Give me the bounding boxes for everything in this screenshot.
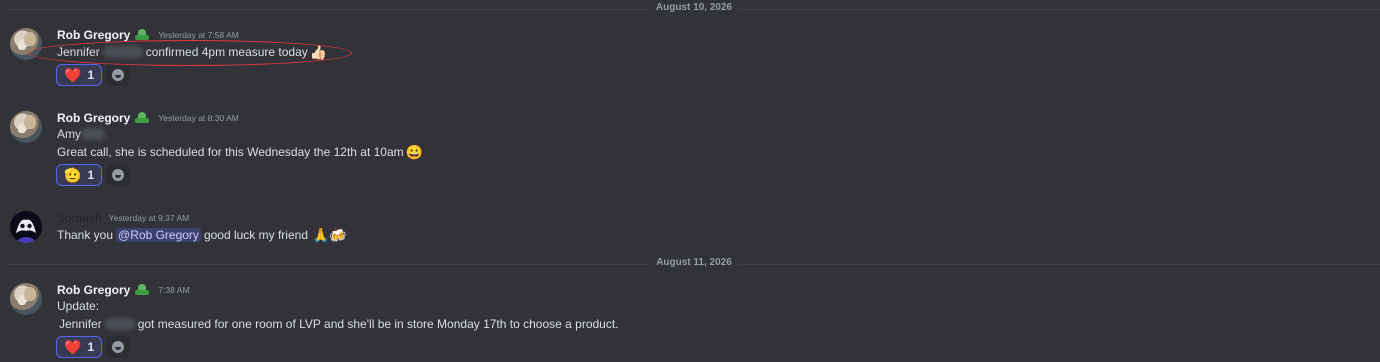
date-divider-label: August 10, 2026 (649, 2, 739, 13)
reaction-button[interactable]: ❤️ 1 (56, 336, 103, 358)
message-content: Great call, she is scheduled for this We… (57, 143, 423, 161)
green-leaf-badge-icon (135, 112, 150, 124)
message-text: confirmed 4pm measure today (145, 45, 308, 59)
message-content: Jennifer got measured for one room of LV… (59, 315, 619, 333)
green-leaf-badge-icon (135, 29, 150, 41)
add-reaction-button[interactable] (106, 64, 131, 86)
add-reaction-button[interactable] (106, 336, 131, 358)
reaction-bar: ❤️ 1 (56, 64, 131, 88)
timestamp[interactable]: Yesterday at 9:37 AM (109, 213, 190, 223)
message-content: Amy (57, 125, 108, 143)
thumbs-up-icon: 👍🏻 (309, 44, 328, 60)
message-content: Jennifer confirmed 4pm measure today 👍🏻 (57, 43, 327, 61)
message-text: Jennifer (57, 45, 100, 59)
avatar[interactable] (10, 283, 42, 315)
author-name[interactable]: Rob Gregory (57, 283, 130, 297)
message-text: good luck my friend (203, 228, 308, 242)
author-name[interactable]: Rob Gregory (57, 28, 130, 42)
date-divider: August 11, 2026 (8, 256, 1380, 272)
reaction-count: 1 (87, 340, 95, 354)
redacted-name (81, 128, 105, 140)
avatar[interactable] (10, 211, 42, 243)
chat-messages: August 10, 2026 Rob Gregory Yesterday at… (0, 0, 1380, 362)
timestamp[interactable]: 7:38 AM (158, 285, 189, 295)
message-text: got measured for one room of LVP and she… (137, 317, 619, 331)
message-header: Rob Gregory Yesterday at 7:58 AM (57, 26, 239, 44)
saluting-face-icon: 🫡 (64, 167, 82, 183)
add-reaction-icon (112, 169, 125, 181)
user-mention[interactable]: @Rob Gregory (116, 228, 201, 242)
avatar[interactable] (10, 28, 42, 60)
add-reaction-button[interactable] (106, 164, 131, 186)
add-reaction-icon (112, 341, 125, 353)
message-content: Thank you @Rob Gregory good luck my frie… (57, 226, 347, 244)
add-reaction-icon (112, 69, 125, 81)
green-leaf-badge-icon (135, 284, 150, 296)
redacted-name (102, 46, 143, 58)
date-divider-label: August 11, 2026 (650, 257, 738, 268)
grinning-face-icon: 😀 (405, 144, 424, 160)
reaction-bar: ❤️ 1 (56, 336, 131, 360)
redacted-name (104, 318, 135, 330)
praying-hands-beers-icon: 🙏🍻 (312, 227, 347, 243)
message-text: Great call, she is scheduled for this We… (57, 145, 404, 159)
reaction-bar: 🫡 1 (56, 164, 131, 188)
reaction-count: 1 (87, 68, 95, 82)
message-header: Soroush Yesterday at 9:37 AM (57, 209, 189, 227)
reaction-button[interactable]: 🫡 1 (56, 164, 103, 186)
avatar[interactable] (10, 111, 42, 143)
heart-icon: ❤️ (64, 67, 82, 83)
heart-icon: ❤️ (64, 339, 82, 355)
author-name[interactable]: Rob Gregory (57, 111, 130, 125)
reaction-button[interactable]: ❤️ 1 (56, 64, 103, 86)
message-text: Amy (57, 127, 81, 141)
timestamp[interactable]: Yesterday at 7:58 AM (158, 30, 239, 40)
message-text: Update: (57, 299, 100, 313)
message-text: Thank you (57, 228, 114, 242)
reaction-count: 1 (87, 168, 95, 182)
message-text: Jennifer (59, 317, 102, 331)
timestamp[interactable]: Yesterday at 8:30 AM (158, 113, 239, 123)
message-content: Update: (57, 297, 99, 315)
author-name[interactable]: Soroush (57, 211, 102, 225)
date-divider: August 10, 2026 (8, 1, 1380, 17)
avatar-image (10, 211, 42, 243)
